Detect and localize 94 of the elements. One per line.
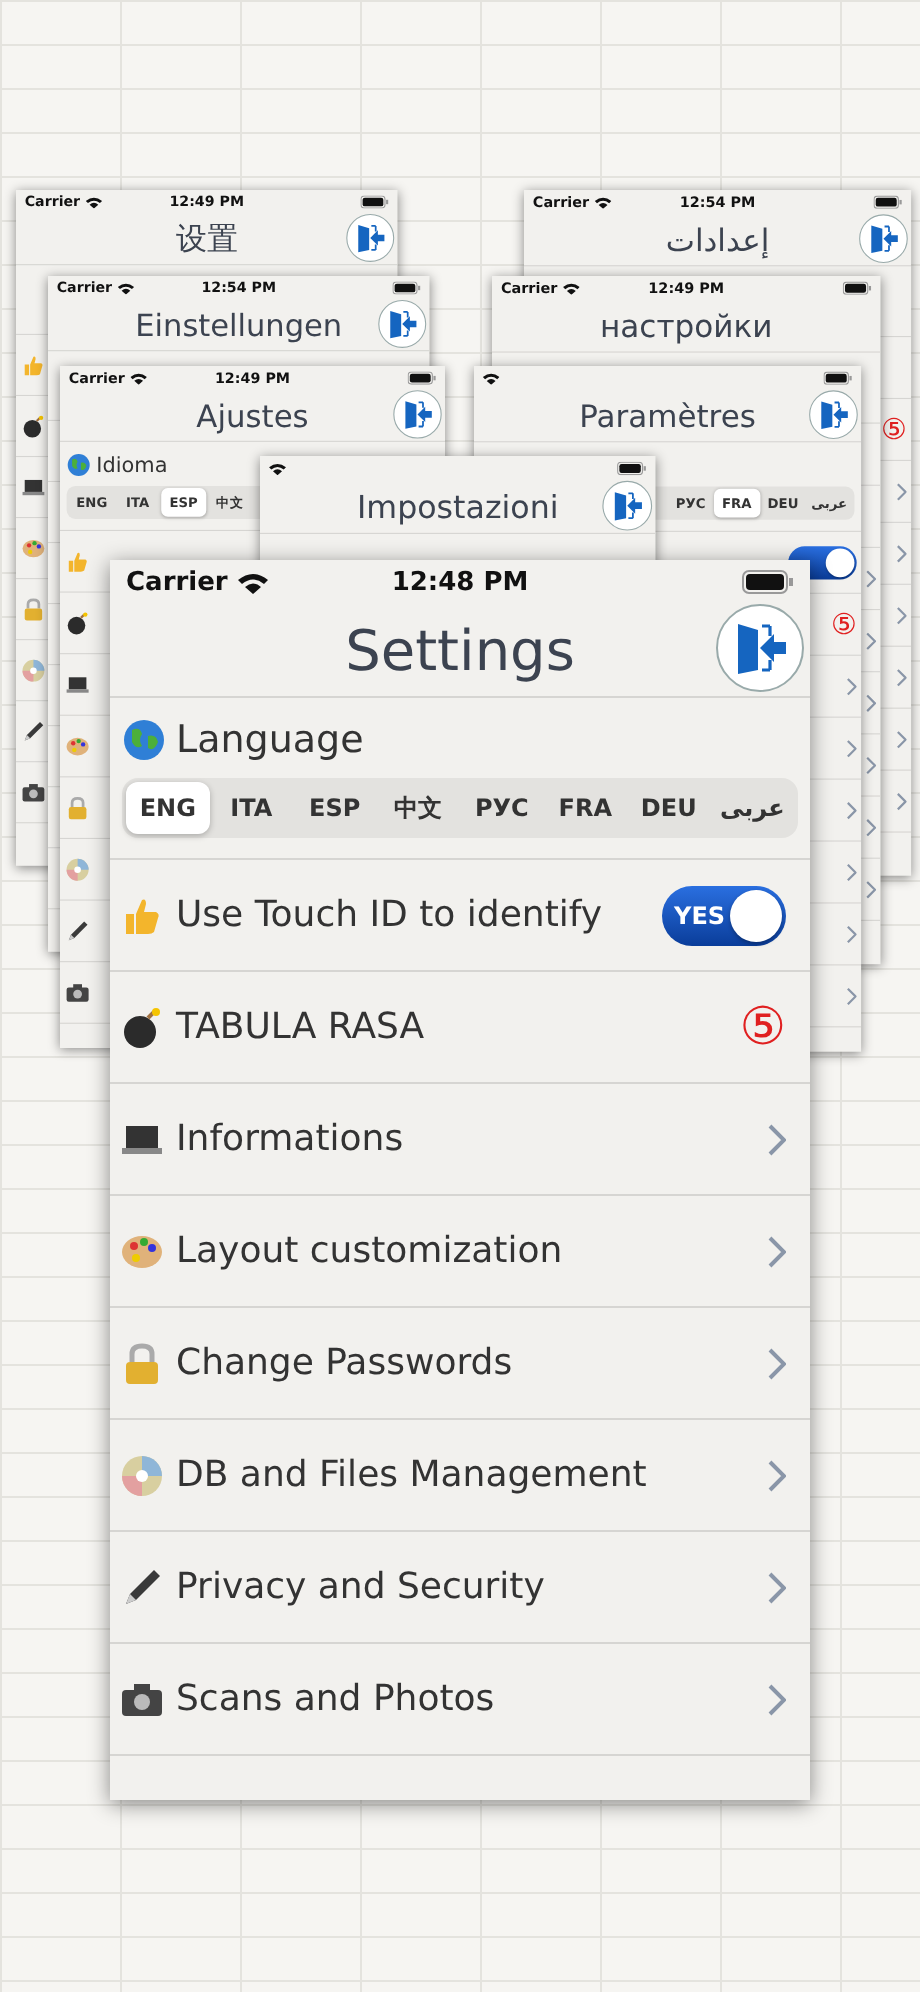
- circled-count: ⑤: [739, 997, 786, 1057]
- language-segment[interactable]: FRA: [543, 782, 627, 834]
- pen-icon: [21, 719, 46, 744]
- exit-button[interactable]: [602, 480, 653, 531]
- palette-icon: [65, 733, 90, 759]
- exit-button[interactable]: [393, 390, 442, 439]
- wifi-icon: [482, 372, 500, 385]
- pen-icon: [120, 1565, 164, 1609]
- settings-item[interactable]: Scans and Photos: [176, 1678, 495, 1720]
- wifi-icon: [562, 282, 580, 295]
- disc-icon: [21, 658, 46, 683]
- battery-icon: [360, 195, 389, 209]
- wifi-icon: [85, 196, 102, 208]
- disc-icon: [65, 857, 90, 882]
- exit-button[interactable]: [378, 300, 427, 348]
- exit-icon: [385, 307, 419, 341]
- screen-title: Impostazioni: [357, 488, 559, 526]
- bomb-icon: [65, 610, 90, 635]
- exit-icon: [353, 221, 387, 255]
- chevron-icon: [768, 1347, 786, 1379]
- battery-icon: [873, 195, 903, 209]
- wifi-icon: [117, 282, 134, 294]
- pen-icon: [65, 918, 90, 943]
- chevron-icon: [896, 730, 907, 748]
- language-segment[interactable]: 中文: [376, 782, 460, 834]
- exit-button[interactable]: [716, 604, 804, 692]
- palette-icon: [21, 536, 46, 561]
- screen-title: Paramètres: [579, 397, 756, 434]
- exit-icon: [866, 222, 901, 256]
- language-segment[interactable]: РУС: [460, 782, 544, 834]
- settings-item[interactable]: Informations: [176, 1118, 404, 1160]
- screen-title: Ajustes: [196, 397, 309, 434]
- circled-count: ⑤: [830, 607, 857, 641]
- settings-item[interactable]: Change Passwords: [176, 1342, 513, 1384]
- camera-icon: [21, 780, 46, 805]
- chevron-icon: [896, 792, 907, 810]
- wifi-icon: [130, 372, 147, 385]
- settings-item: Use Touch ID to identify: [176, 894, 603, 936]
- bomb-icon: [120, 1005, 164, 1049]
- language-segment[interactable]: ESP: [293, 782, 377, 834]
- chevron-icon: [768, 1123, 786, 1155]
- battery-icon: [392, 281, 421, 295]
- wifi-icon: [237, 571, 268, 593]
- touch-id-toggle[interactable]: YES: [662, 885, 786, 945]
- screen-title: 设置: [176, 218, 238, 260]
- battery-icon: [823, 371, 853, 385]
- battery-icon: [617, 461, 647, 476]
- language-segment[interactable]: ITA: [209, 782, 293, 834]
- bomb-icon: [21, 414, 46, 438]
- screen-title: настройки: [600, 307, 773, 345]
- chevron-icon: [768, 1235, 786, 1267]
- screen-title: Einstellungen: [135, 307, 343, 344]
- lock-icon: [120, 1341, 164, 1385]
- chevron-icon: [896, 482, 907, 501]
- wifi-icon: [594, 196, 612, 209]
- settings-item[interactable]: Privacy and Security: [176, 1566, 545, 1608]
- exit-button[interactable]: [859, 214, 908, 263]
- wifi-icon: [269, 462, 286, 475]
- carrier-label: Carrier: [126, 567, 228, 597]
- language-segment[interactable]: DEU: [627, 782, 711, 834]
- exit-icon: [401, 397, 434, 431]
- globe-icon: [122, 718, 166, 762]
- chevron-icon: [846, 987, 857, 1005]
- language-label: Language: [176, 718, 364, 762]
- battery-icon: [407, 371, 437, 385]
- settings-item[interactable]: DB and Files Management: [176, 1454, 647, 1496]
- settings-item: TABULA RASA: [176, 1006, 425, 1048]
- screen-title: إعدادات: [665, 221, 770, 258]
- status-time: 12:48 PM: [391, 567, 529, 597]
- laptop-icon: [65, 672, 90, 697]
- chevron-icon: [768, 1459, 786, 1491]
- laptop-icon: [21, 475, 46, 499]
- language-label: Idioma: [96, 452, 168, 478]
- disc-icon: [120, 1453, 164, 1497]
- globe-icon: [66, 452, 91, 478]
- camera-icon: [65, 980, 90, 1005]
- language-segment[interactable]: ENG: [126, 782, 210, 834]
- thumbs-up-icon: [65, 549, 90, 574]
- chevron-icon: [768, 1683, 786, 1715]
- exit-button[interactable]: [346, 214, 395, 262]
- screen-title: Settings: [345, 617, 575, 683]
- exit-icon: [816, 398, 851, 432]
- battery-icon: [742, 570, 794, 594]
- exit-button[interactable]: [809, 390, 858, 439]
- battery-icon: [842, 281, 872, 295]
- exit-icon: [610, 488, 645, 523]
- language-segment[interactable]: عربى: [710, 782, 794, 834]
- thumbs-up-icon: [21, 352, 46, 377]
- chevron-icon: [846, 925, 857, 943]
- lock-icon: [21, 597, 46, 622]
- settings-item[interactable]: Layout customization: [176, 1230, 563, 1272]
- chevron-icon: [768, 1571, 786, 1603]
- circled-count: ⑤: [880, 412, 907, 447]
- lock-icon: [65, 795, 90, 820]
